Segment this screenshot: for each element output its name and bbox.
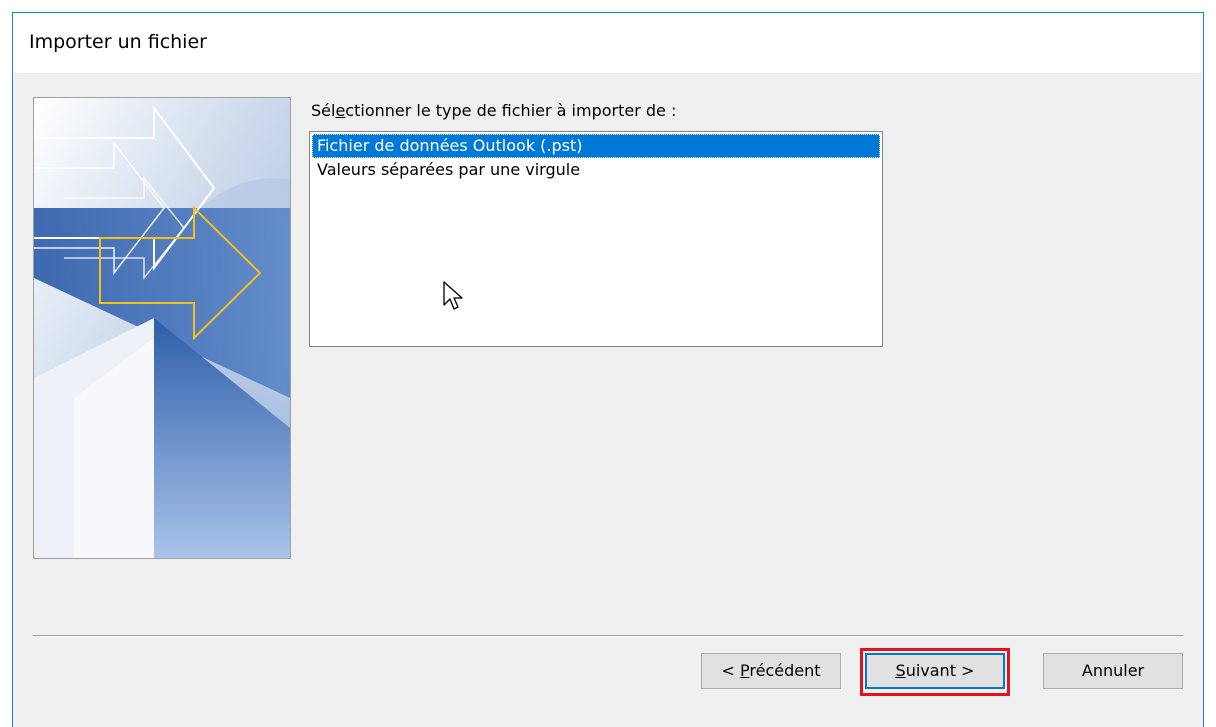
file-type-prompt: Sélectionner le type de fichier à import… xyxy=(311,101,677,120)
footer-separator xyxy=(33,635,1183,637)
list-item-pst[interactable]: Fichier de données Outlook (.pst) xyxy=(312,134,880,158)
dialog-title: Importer un fichier xyxy=(29,31,207,53)
previous-button[interactable]: < Précédent xyxy=(701,653,841,689)
list-item-csv[interactable]: Valeurs séparées par une virgule xyxy=(312,158,880,182)
file-type-listbox[interactable]: Fichier de données Outlook (.pst) Valeur… xyxy=(309,131,883,347)
import-file-dialog: Importer un fichier Sélectionner le type… xyxy=(12,12,1204,727)
cancel-button[interactable]: Annuler xyxy=(1043,653,1183,689)
title-bar: Importer un fichier xyxy=(13,13,1203,73)
next-button[interactable]: Suivant > xyxy=(865,653,1005,689)
mouse-pointer-icon xyxy=(443,281,463,310)
wizard-arrows-graphic xyxy=(33,97,291,559)
import-arrows-icon xyxy=(34,98,290,558)
